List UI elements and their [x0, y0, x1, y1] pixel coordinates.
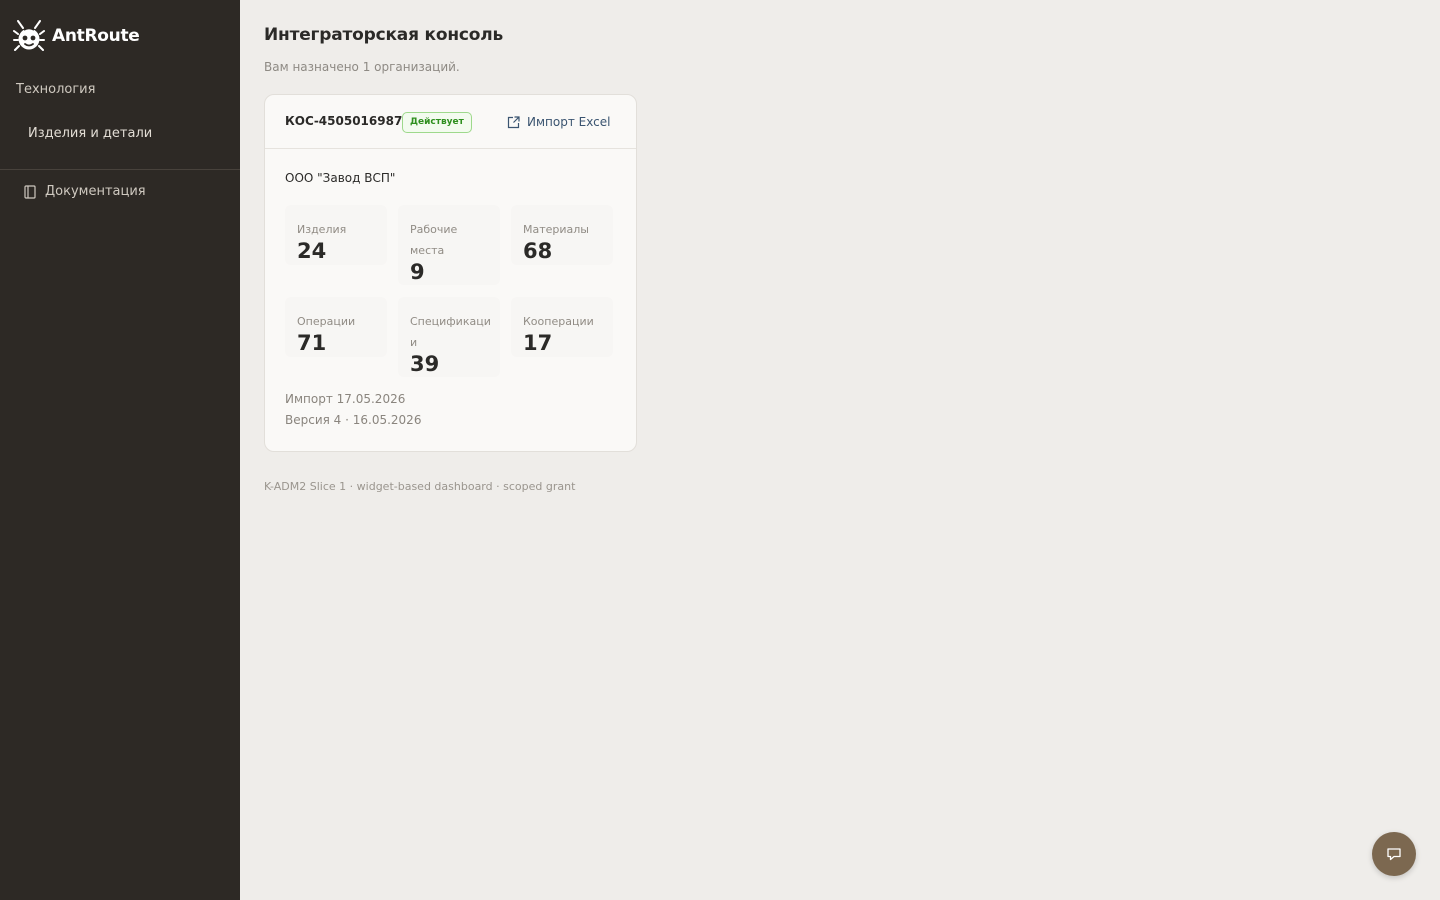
stat-label: Материалы: [523, 223, 589, 236]
page-subtitle: Вам назначено 1 организаций.: [264, 60, 460, 74]
nav-section-technology: Технология: [16, 82, 96, 97]
app-name: AntRoute: [52, 26, 140, 46]
stat-operations: Операции 71: [285, 297, 387, 357]
stat-label: Операции: [297, 315, 356, 328]
stat-value: 9: [410, 260, 425, 284]
stat-label: Рабочие места: [410, 223, 458, 257]
page-title: Интеграторская консоль: [264, 25, 504, 45]
ant-icon: [13, 20, 45, 51]
organization-name: ООО "Завод ВСП": [285, 171, 396, 185]
import-date: Импорт 17.05.2026: [285, 392, 406, 406]
card-header: КОС-4505016987 Действует Импорт Excel: [265, 95, 636, 149]
sidebar-item-products[interactable]: Изделия и детали: [28, 126, 152, 141]
chat-icon: [1387, 848, 1401, 861]
stat-value: 68: [523, 239, 553, 263]
organization-code: КОС-4505016987: [285, 114, 403, 128]
stat-value: 17: [523, 331, 553, 355]
sidebar-item-label: Документация: [45, 184, 146, 199]
sidebar: AntRoute Технология Изделия и детали Док…: [0, 0, 240, 900]
chat-button[interactable]: [1372, 832, 1416, 876]
stat-workplaces: Рабочие места 9: [398, 205, 500, 285]
organization-card: КОС-4505016987 Действует Импорт Excel ОО…: [264, 94, 637, 452]
app-logo[interactable]: AntRoute: [13, 19, 140, 53]
sidebar-divider: [0, 169, 240, 170]
stat-label: Спецификации: [410, 315, 491, 349]
book-icon: [24, 184, 36, 199]
stat-materials: Материалы 68: [511, 205, 613, 265]
version-info: Версия 4 · 16.05.2026: [285, 413, 422, 427]
stat-label: Кооперации: [523, 315, 594, 328]
sidebar-item-documentation[interactable]: Документация: [24, 184, 146, 199]
external-link-icon: [507, 115, 520, 128]
stat-products: Изделия 24: [285, 205, 387, 265]
footer-note: K-ADM2 Slice 1 · widget-based dashboard …: [264, 480, 576, 493]
import-excel-button[interactable]: Импорт Excel: [507, 113, 610, 131]
import-excel-label: Импорт Excel: [527, 115, 611, 129]
stat-cooperations: Кооперации 17: [511, 297, 613, 357]
stat-value: 24: [297, 239, 327, 263]
stat-specifications: Спецификации 39: [398, 297, 500, 377]
stat-value: 71: [297, 331, 327, 355]
stat-label: Изделия: [297, 223, 347, 236]
status-badge: Действует: [402, 112, 472, 133]
stat-value: 39: [410, 352, 440, 376]
